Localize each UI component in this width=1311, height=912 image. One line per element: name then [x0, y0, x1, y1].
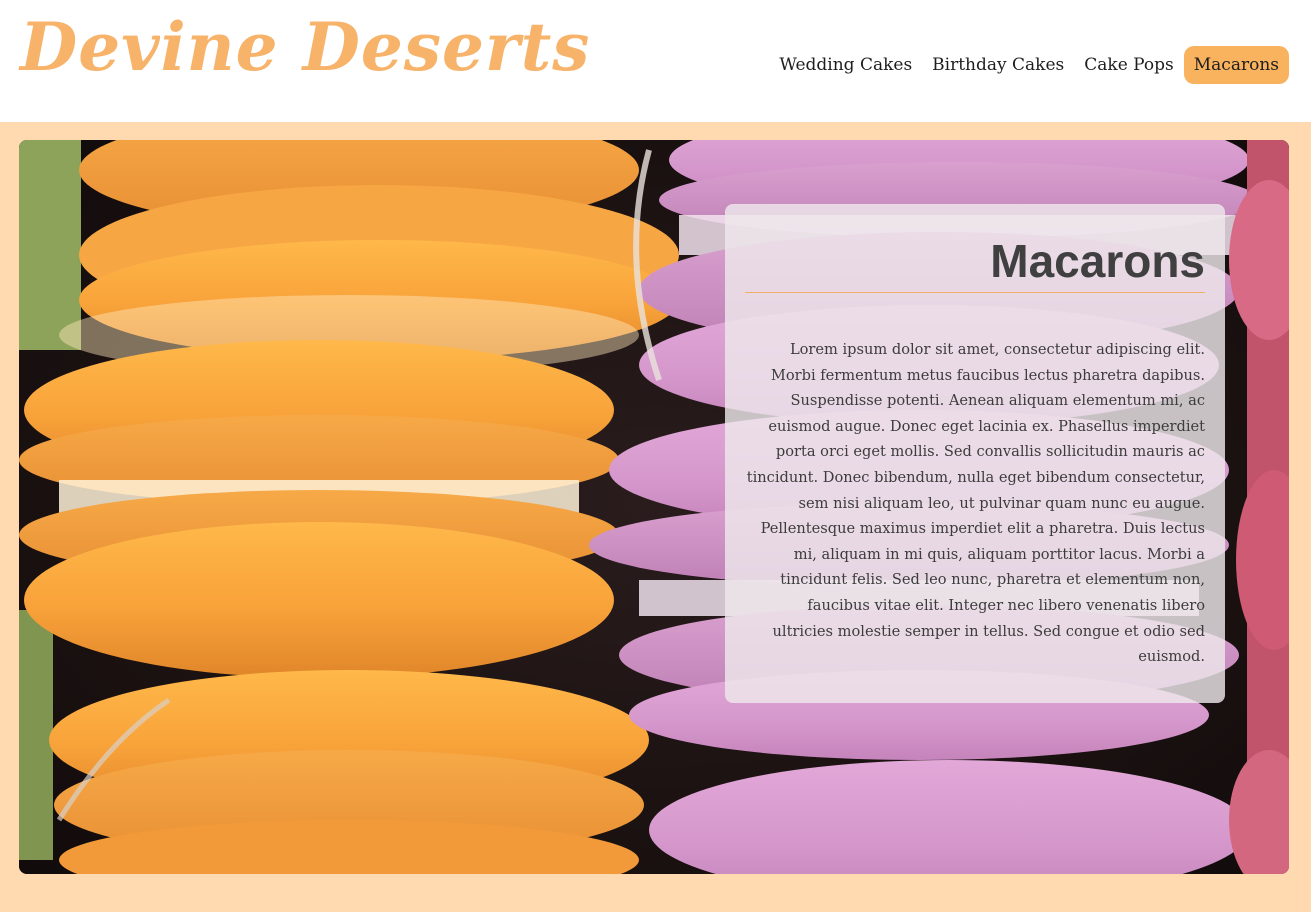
nav-item-wedding-cakes[interactable]: Wedding Cakes — [769, 46, 922, 84]
nav-item-birthday-cakes[interactable]: Birthday Cakes — [922, 46, 1074, 84]
card-title: Macarons — [745, 238, 1205, 293]
info-card: Macarons Lorem ipsum dolor sit amet, con… — [725, 204, 1225, 703]
hero-banner: Macarons Lorem ipsum dolor sit amet, con… — [19, 140, 1289, 874]
main-nav: Wedding Cakes Birthday Cakes Cake Pops M… — [769, 46, 1289, 84]
card-body-text: Lorem ipsum dolor sit amet, consectetur … — [746, 341, 1205, 666]
nav-item-cake-pops[interactable]: Cake Pops — [1074, 46, 1184, 84]
site-header: Devine Deserts Wedding Cakes Birthday Ca… — [0, 0, 1311, 122]
nav-item-macarons[interactable]: Macarons — [1183, 46, 1289, 84]
site-logo[interactable]: Devine Deserts — [20, 8, 590, 86]
